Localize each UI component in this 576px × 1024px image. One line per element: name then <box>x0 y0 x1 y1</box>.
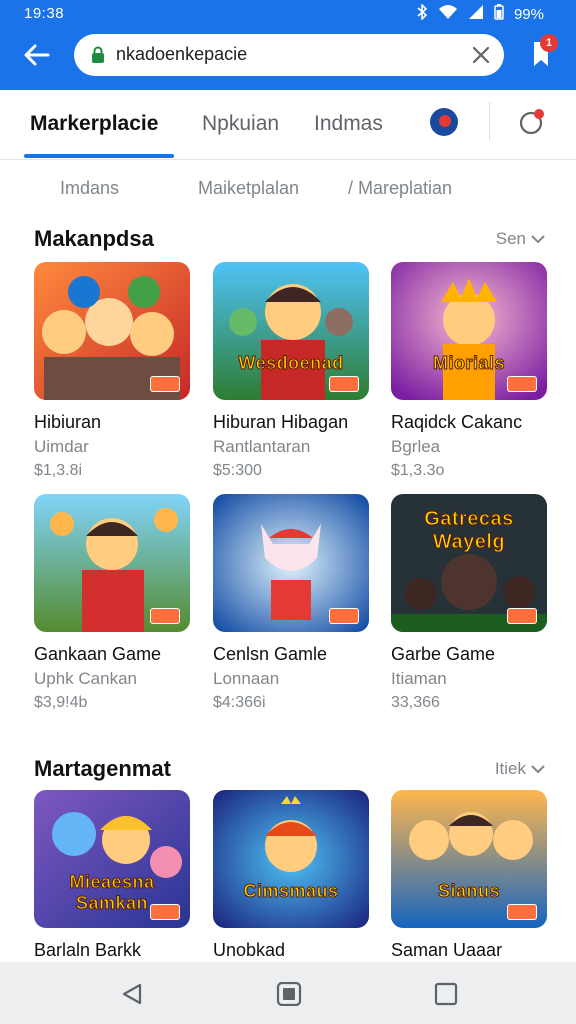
app-card[interactable]: Sianus Saman Uaaar <box>391 790 547 960</box>
tab-npkuian[interactable]: Npkuian <box>202 112 279 136</box>
section-title: Makanpdsa <box>34 226 154 251</box>
section-more-label[interactable]: Itiek <box>495 759 526 779</box>
profile-icon[interactable] <box>430 108 458 136</box>
app-card[interactable]: Mieaesna Samkan Barlaln Barkk <box>34 790 190 960</box>
app-title[interactable]: Saman Uaaar <box>391 940 502 961</box>
chevron-down-icon <box>531 235 545 244</box>
app-card[interactable]: Cimsmaus Unobkad <box>213 790 369 960</box>
thumbnail-banner: Cimsmaus <box>243 881 339 902</box>
url-bar[interactable]: nkadoenkepacie <box>74 34 504 76</box>
app-title[interactable]: Hibiuran <box>34 412 101 433</box>
price-tag <box>507 608 537 624</box>
lock-icon <box>90 46 106 69</box>
arrow-left-icon <box>24 44 50 66</box>
tab-divider <box>489 102 490 140</box>
sub-tabs: Imdans Maiketplalan / Mareplatian <box>0 170 576 206</box>
app-title[interactable]: Barlaln Barkk <box>34 940 141 961</box>
app-price: $1,3.8i <box>34 462 83 479</box>
app-thumbnail[interactable] <box>34 494 190 632</box>
app-thumbnail[interactable]: Sianus <box>391 790 547 928</box>
app-card[interactable]: Miorials Raqidck Cakanc Bgrlea $1,3.3o <box>391 262 547 479</box>
app-subtitle: Rantlantaran <box>213 437 311 456</box>
price-tag <box>507 904 537 920</box>
status-bar: 19:38 99% <box>0 0 576 28</box>
app-title[interactable]: Cenlsn Gamle <box>213 644 327 665</box>
app-title[interactable]: Raqidck Cakanc <box>391 412 522 433</box>
app-price: 33,366 <box>391 694 440 711</box>
app-thumbnail[interactable]: Mieaesna Samkan <box>34 790 190 928</box>
app-subtitle: Uphk Cankan <box>34 669 138 688</box>
app-title[interactable]: Garbe Game <box>391 644 495 665</box>
app-price: $5:300 <box>213 462 262 479</box>
nav-recents-icon[interactable] <box>434 982 458 1011</box>
price-tag <box>150 608 180 624</box>
thumbnail-banner: Wesdoenad <box>238 353 344 374</box>
app-thumbnail[interactable]: Miorials <box>391 262 547 400</box>
app-price: $3,9!4b <box>34 694 88 711</box>
nav-home-icon[interactable] <box>276 981 302 1011</box>
app-thumbnail[interactable] <box>34 262 190 400</box>
tab-indmas[interactable]: Indmas <box>314 112 383 136</box>
section-more-link[interactable]: Itiek <box>495 759 546 779</box>
subtab-mareplatian[interactable]: / Mareplatian <box>348 178 452 199</box>
app-thumbnail[interactable] <box>213 494 369 632</box>
back-button[interactable] <box>20 38 54 72</box>
app-card[interactable]: Cenlsn Gamle Lonnaan $4:366i <box>213 494 369 711</box>
subtab-maiketplalan[interactable]: Maiketplalan <box>198 178 299 199</box>
section-title: Martagenmat <box>34 756 171 781</box>
price-tag <box>150 376 180 392</box>
app-card[interactable]: Gatrecas Wayelg Garbe Game Itiaman 33,36… <box>391 494 547 711</box>
subtab-imdans[interactable]: Imdans <box>60 178 119 199</box>
app-thumbnail[interactable]: Cimsmaus <box>213 790 369 928</box>
app-title[interactable]: Hiburan Hibagan <box>213 412 348 433</box>
status-time: 19:38 <box>24 5 65 22</box>
app-card[interactable]: Wesdoenad Hiburan Hibagan Rantlantaran $… <box>213 262 369 479</box>
thumbnail-banner: Gatrecas Wayelg <box>424 508 514 554</box>
price-tag <box>507 376 537 392</box>
app-subtitle: Itiaman <box>391 669 447 688</box>
app-card[interactable]: Hibiuran Uimdar $1,3.8i <box>34 262 190 479</box>
refresh-icon[interactable] <box>518 108 546 141</box>
notification-badge: 1 <box>540 34 558 52</box>
app-thumbnail[interactable]: Gatrecas Wayelg <box>391 494 547 632</box>
thumbnail-banner: Sianus <box>437 881 501 902</box>
app-price: $1,3.3o <box>391 462 445 479</box>
app-subtitle: Bgrlea <box>391 437 441 456</box>
price-tag <box>150 904 180 920</box>
app-thumbnail[interactable]: Wesdoenad <box>213 262 369 400</box>
nav-back-icon[interactable] <box>120 982 144 1011</box>
thumbnail-banner: Miorials <box>432 353 506 374</box>
app-title[interactable]: Unobkad <box>213 940 285 961</box>
section-more-link[interactable]: Sen <box>496 229 546 249</box>
price-tag <box>329 376 359 392</box>
signal-icon <box>468 4 484 24</box>
app-title[interactable]: Gankaan Game <box>34 644 161 665</box>
section-more-label[interactable]: Sen <box>496 229 526 249</box>
wifi-icon <box>438 4 458 24</box>
app-card[interactable]: Gankaan Game Uphk Cankan $3,9!4b <box>34 494 190 711</box>
tab-marketplace[interactable]: Markerplacie <box>30 112 158 136</box>
app-price: $4:366i <box>213 694 266 711</box>
app-subtitle: Uimdar <box>34 437 89 456</box>
active-tab-indicator <box>24 154 174 158</box>
battery-percent: 99% <box>513 5 544 23</box>
price-tag <box>329 608 359 624</box>
app-subtitle: Lonnaan <box>213 669 280 688</box>
url-text[interactable]: nkadoenkepacie <box>116 44 247 65</box>
battery-icon <box>494 4 504 24</box>
bluetooth-icon <box>416 3 428 24</box>
notification-button[interactable]: 1 <box>528 34 560 72</box>
system-nav-bar <box>0 962 576 1024</box>
chevron-down-icon <box>531 765 545 774</box>
clear-icon[interactable] <box>470 44 492 71</box>
